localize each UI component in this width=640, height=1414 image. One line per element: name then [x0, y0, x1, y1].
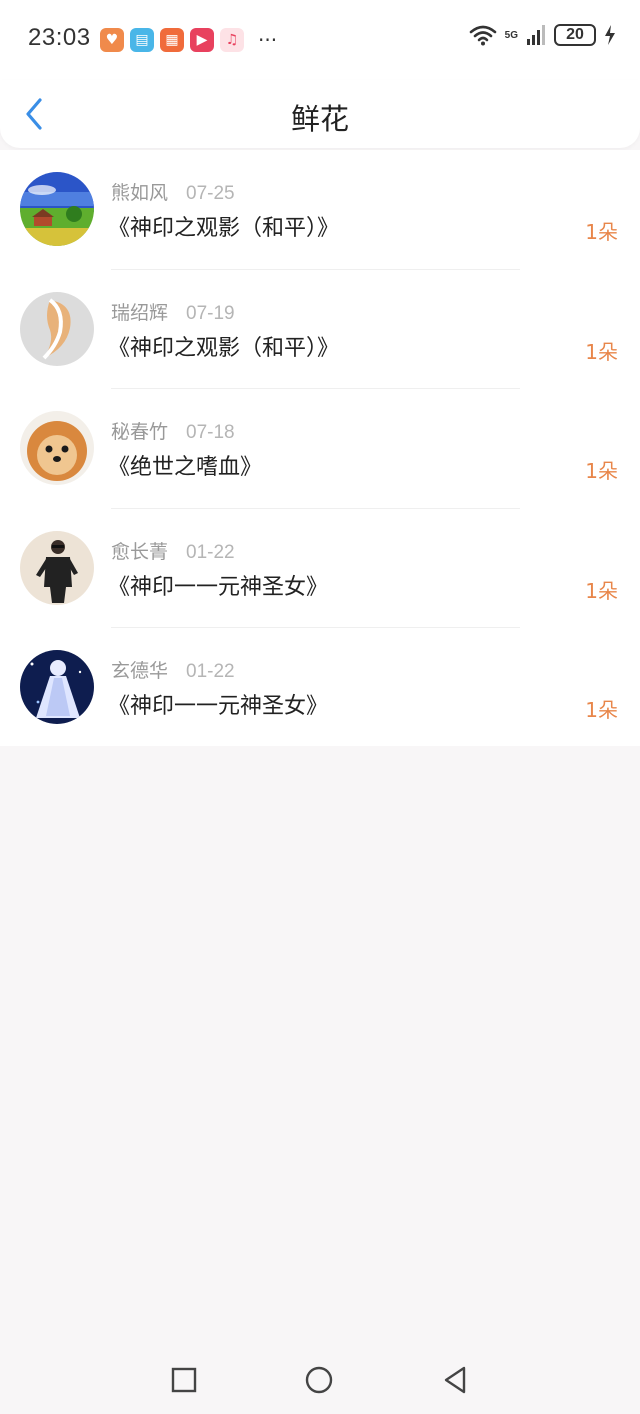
user-name: 愈长菁: [111, 540, 169, 563]
app-grid-icon: ▦: [160, 28, 184, 52]
avatar[interactable]: [20, 411, 94, 485]
status-bar: 23:03 ♥ ▤ ▦ ▶ ♫ ··· 5G 20: [0, 0, 640, 80]
notification-icons: ♥ ▤ ▦ ▶ ♫ ···: [100, 28, 277, 52]
network-type: 5G: [504, 29, 518, 41]
more-notifications-icon: ···: [258, 28, 278, 52]
list-item[interactable]: 秘春竹 07-18 《绝世之嗜血》 1朵: [0, 389, 640, 509]
item-meta: 玄德华 01-22: [111, 656, 235, 683]
avatar[interactable]: [20, 172, 94, 246]
system-nav-bar: [0, 1344, 640, 1414]
flower-count: 1朵: [585, 698, 618, 722]
list-item[interactable]: 愈长菁 01-22 《神印一一元神圣女》 1朵: [0, 509, 640, 628]
flower-count: 1朵: [585, 459, 618, 483]
item-date: 07-18: [186, 422, 235, 443]
avatar-landscape-image: [20, 172, 94, 246]
user-name: 秘春竹: [111, 421, 169, 443]
avatar[interactable]: [20, 530, 94, 605]
item-meta: 秘春竹 07-18: [111, 417, 235, 444]
back-nav-button[interactable]: [440, 1364, 472, 1396]
triangle-back-icon: [444, 1366, 466, 1394]
page-title: 鲜花: [290, 102, 349, 136]
item-meta: 愈长菁 01-22: [111, 537, 235, 564]
item-meta: 熊如风 07-25: [111, 178, 235, 205]
flower-count: 1朵: [585, 220, 618, 244]
user-name: 熊如风: [111, 182, 169, 204]
work-title: 《绝世之嗜血》: [108, 455, 263, 480]
circle-icon: [305, 1366, 333, 1394]
work-title: 《神印一一元神圣女》: [108, 694, 329, 719]
list-item[interactable]: 熊如风 07-25 《神印之观影（和平）》 1朵: [0, 150, 640, 270]
list-item[interactable]: 瑞绍辉 07-19 《神印之观影（和平）》 1朵: [0, 270, 640, 389]
avatar-shell-image: [20, 291, 94, 366]
app-video-icon: ▶: [190, 28, 214, 52]
status-indicators: 5G 20: [469, 24, 616, 46]
avatar-puppy-image: [20, 411, 94, 485]
user-name: 瑞绍辉: [111, 301, 169, 324]
signal-icon: [527, 25, 545, 45]
work-title: 《神印之观影（和平）》: [108, 216, 340, 241]
item-date: 01-22: [186, 541, 235, 563]
item-date: 01-22: [186, 661, 235, 682]
app-heart-icon: ♥: [100, 28, 124, 52]
avatar[interactable]: [20, 291, 94, 366]
list-item[interactable]: 玄德华 01-22 《神印一一元神圣女》 1朵: [0, 628, 640, 748]
battery-level: 20: [566, 26, 584, 43]
user-name: 玄德华: [111, 660, 169, 682]
screen: 23:03 ♥ ▤ ▦ ▶ ♫ ··· 5G 20 鲜花 熊如风 07-25 《…: [0, 0, 640, 1414]
header: 鲜花: [0, 80, 640, 148]
flower-count: 1朵: [585, 339, 618, 364]
item-date: 07-25: [186, 183, 235, 204]
item-meta: 瑞绍辉 07-19: [111, 298, 235, 325]
app-music-icon: ♫: [220, 28, 244, 52]
avatar-anime-girl-image: [20, 650, 94, 724]
avatar-man-image: [20, 530, 94, 605]
work-title: 《神印一一元神圣女》: [108, 574, 329, 600]
flower-list: 熊如风 07-25 《神印之观影（和平）》 1朵 瑞绍辉 07-19 《神印之观影（…: [0, 150, 640, 746]
square-icon: [171, 1367, 197, 1393]
avatar[interactable]: [20, 650, 94, 724]
charging-icon: [605, 25, 615, 45]
home-button[interactable]: [303, 1364, 335, 1396]
work-title: 《神印之观影（和平）》: [108, 335, 340, 361]
item-date: 07-19: [186, 302, 235, 324]
recent-apps-button[interactable]: [168, 1364, 200, 1396]
flower-count: 1朵: [585, 578, 618, 603]
app-book-icon: ▤: [130, 28, 154, 52]
wifi-icon: [469, 25, 496, 46]
battery-icon: 20: [554, 24, 596, 46]
status-time: 23:03: [28, 24, 91, 51]
